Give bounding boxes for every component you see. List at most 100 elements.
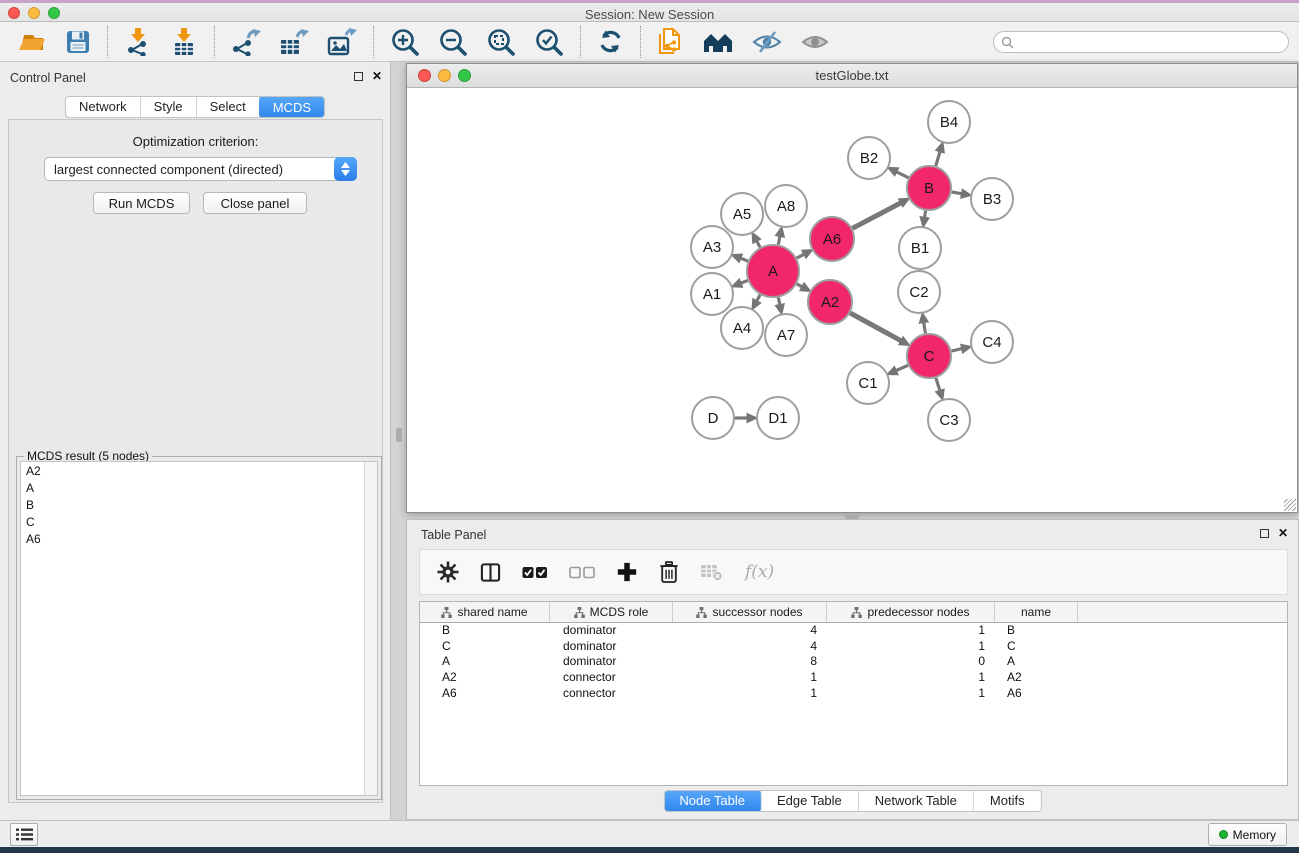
run-mcds-button[interactable]: Run MCDS: [93, 192, 190, 214]
mcds-result-item[interactable]: C: [21, 513, 377, 530]
node-C1[interactable]: C1: [847, 362, 889, 404]
edge-A2-C[interactable]: [850, 313, 901, 341]
table-cell[interactable]: 4: [673, 639, 827, 655]
edge-B-B3[interactable]: [952, 192, 962, 194]
tab-mcds[interactable]: MCDS: [259, 96, 325, 118]
tab-select[interactable]: Select: [197, 97, 260, 117]
mcds-result-item[interactable]: A: [21, 479, 377, 496]
edge-B-B2[interactable]: [897, 172, 909, 178]
vertical-splitter-grip[interactable]: [396, 428, 402, 442]
select-all-button[interactable]: [522, 566, 548, 579]
edge-A-A2[interactable]: [797, 284, 802, 287]
table-cell[interactable]: 8: [673, 654, 827, 670]
edge-A-A1[interactable]: [741, 281, 748, 284]
mcds-result-item[interactable]: A2: [21, 462, 377, 479]
criterion-dropdown[interactable]: largest connected component (directed): [44, 157, 357, 181]
node-B4[interactable]: B4: [928, 101, 970, 143]
edge-A-A6[interactable]: [797, 254, 804, 258]
delete-table-button[interactable]: [700, 563, 724, 582]
show-columns-button[interactable]: [480, 562, 501, 583]
save-session-button[interactable]: [56, 27, 100, 57]
mcds-result-item[interactable]: B: [21, 496, 377, 513]
node-B[interactable]: B: [907, 166, 951, 210]
node-C4[interactable]: C4: [971, 321, 1013, 363]
edge-A-A7[interactable]: [778, 298, 779, 305]
tab-network-table[interactable]: Network Table: [859, 791, 974, 811]
network-window-titlebar[interactable]: testGlobe.txt: [407, 64, 1297, 88]
edge-C-C2[interactable]: [924, 323, 926, 334]
column-header-successor-nodes[interactable]: successor nodes: [673, 602, 827, 622]
delete-column-button[interactable]: [659, 560, 679, 584]
table-cell[interactable]: A2: [420, 670, 550, 686]
table-cell[interactable]: connector: [550, 686, 673, 702]
search-input[interactable]: [1018, 33, 1288, 51]
node-C[interactable]: C: [907, 334, 951, 378]
table-cell[interactable]: B: [995, 623, 1078, 639]
eye-slash-button[interactable]: [743, 28, 791, 56]
node-A1[interactable]: A1: [691, 273, 733, 315]
open-file-button[interactable]: [8, 26, 56, 57]
apply-layout-button[interactable]: [588, 26, 633, 57]
edge-B-B1[interactable]: [925, 211, 926, 218]
table-cell[interactable]: dominator: [550, 654, 673, 670]
table-cell[interactable]: 1: [673, 686, 827, 702]
tab-edge-table[interactable]: Edge Table: [761, 791, 859, 811]
close-panel-button-inner[interactable]: Close panel: [203, 192, 307, 214]
edge-C-C1[interactable]: [896, 365, 908, 370]
node-C3[interactable]: C3: [928, 399, 970, 441]
node-C2[interactable]: C2: [898, 271, 940, 313]
scrollbar[interactable]: [364, 462, 377, 795]
mcds-result-item[interactable]: A6: [21, 530, 377, 547]
export-network-button[interactable]: [222, 26, 270, 58]
table-cell[interactable]: A6: [420, 686, 550, 702]
table-cell[interactable]: A6: [995, 686, 1078, 702]
table-cell[interactable]: C: [995, 639, 1078, 655]
memory-button[interactable]: Memory: [1208, 823, 1287, 846]
column-header-name[interactable]: name: [995, 602, 1078, 622]
table-row[interactable]: A6connector11A6: [420, 686, 1287, 702]
node-A4[interactable]: A4: [721, 307, 763, 349]
table-cell[interactable]: dominator: [550, 623, 673, 639]
node-B2[interactable]: B2: [848, 137, 890, 179]
edge-C-C4[interactable]: [952, 349, 962, 351]
node-A7[interactable]: A7: [765, 314, 807, 356]
table-cell[interactable]: B: [420, 623, 550, 639]
node-B3[interactable]: B3: [971, 178, 1013, 220]
edge-A-A3[interactable]: [741, 258, 748, 261]
float-panel-button[interactable]: [354, 72, 363, 81]
table-cell[interactable]: A: [420, 654, 550, 670]
table-row[interactable]: Cdominator41C: [420, 639, 1287, 655]
edge-A-A8[interactable]: [778, 236, 780, 244]
task-history-button[interactable]: [10, 823, 38, 846]
edge-B-B4[interactable]: [936, 152, 940, 166]
resize-grip[interactable]: [1284, 499, 1296, 511]
node-A5[interactable]: A5: [721, 193, 763, 235]
column-header-predecessor-nodes[interactable]: predecessor nodes: [827, 602, 995, 622]
table-cell[interactable]: C: [420, 639, 550, 655]
node-D[interactable]: D: [692, 397, 734, 439]
edge-A6-B[interactable]: [852, 203, 900, 228]
import-network-button[interactable]: [115, 25, 161, 58]
eye-button[interactable]: [791, 28, 839, 56]
document-share-button[interactable]: [648, 25, 693, 59]
table-cell[interactable]: dominator: [550, 639, 673, 655]
function-builder-button[interactable]: f(x): [745, 562, 774, 582]
houses-button[interactable]: [693, 28, 743, 56]
table-cell[interactable]: 1: [827, 686, 995, 702]
table-row[interactable]: Adominator80A: [420, 654, 1287, 670]
table-cell[interactable]: connector: [550, 670, 673, 686]
export-table-button[interactable]: [270, 26, 318, 58]
table-cell[interactable]: 1: [827, 670, 995, 686]
float-table-panel-button[interactable]: [1260, 529, 1269, 538]
edge-C-C3[interactable]: [936, 378, 940, 390]
node-A[interactable]: A: [747, 245, 799, 297]
close-table-panel-button[interactable]: ✕: [1278, 528, 1288, 538]
column-settings-button[interactable]: [437, 561, 459, 583]
tab-node-table[interactable]: Node Table: [663, 790, 762, 812]
table-cell[interactable]: 4: [673, 623, 827, 639]
export-image-button[interactable]: [318, 26, 366, 58]
table-cell[interactable]: 0: [827, 654, 995, 670]
edge-A-A5[interactable]: [757, 241, 760, 247]
network-canvas[interactable]: AA6A2BCA5A8A3A1A4A7B2B4B3B1C2C4C1C3DD1: [407, 88, 1297, 512]
import-table-button[interactable]: [161, 25, 207, 58]
